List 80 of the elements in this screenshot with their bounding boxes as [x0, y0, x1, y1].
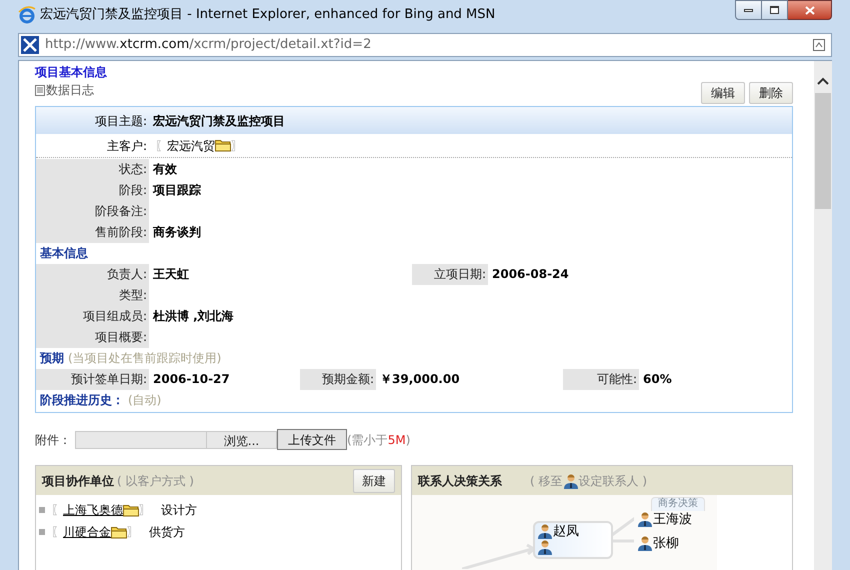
field-label: 项目主题:: [94, 112, 148, 130]
field-label: 类型:: [36, 285, 149, 306]
section-heading: 基本信息: [40, 244, 88, 262]
contact-name: 王海波: [653, 512, 692, 527]
partner-role: 供货方: [149, 524, 185, 541]
field-label: 阶段备注:: [36, 201, 149, 222]
field-label: 项目概要:: [36, 327, 149, 348]
contact-name: 赵凤: [553, 524, 579, 539]
window-title: 宏远汽贸门禁及监控项目 - Internet Explorer, enhanced for Bing and MSN: [40, 6, 496, 24]
field-value: 商务谈判: [152, 224, 202, 241]
minimize-icon: [744, 8, 753, 12]
partner-link[interactable]: 〖上海飞奥德 〗: [51, 501, 151, 519]
document-icon: [35, 84, 45, 96]
minimize-button[interactable]: [735, 0, 762, 20]
field-label: 状态:: [36, 159, 149, 180]
maximize-button[interactable]: [762, 0, 788, 20]
field-label: 阶段:: [36, 180, 149, 201]
browser-logo-icon: [18, 6, 36, 24]
scroll-thumb[interactable]: [815, 93, 831, 209]
action-button[interactable]: 编辑: [701, 82, 745, 104]
person-icon: [537, 539, 553, 555]
section-heading: 预期: [40, 350, 64, 366]
page-icon: [21, 36, 39, 54]
address-bar[interactable]: http://www.xtcrm.com/xcrm/project/detail.xt?id=2: [18, 33, 832, 57]
action-button[interactable]: 删除: [749, 82, 793, 104]
decision-node[interactable]: 赵凤: [533, 521, 613, 559]
panel-title: 联系人决策关系: [418, 472, 502, 490]
scroll-up-icon: [817, 77, 829, 85]
person-icon: [562, 472, 578, 488]
field-label: 项目组成员:: [36, 306, 149, 327]
size-limit-note: (需小于5M): [347, 432, 410, 448]
person-icon: [637, 535, 653, 551]
bullet-icon: [39, 529, 45, 535]
field-value: 杜洪博 ,刘北海: [152, 308, 235, 325]
new-button[interactable]: 新建: [353, 468, 395, 492]
field-value: 有效: [152, 161, 178, 178]
customer-link[interactable]: 〖宏远汽贸 〗: [149, 136, 792, 154]
upload-button[interactable]: 上传文件: [277, 429, 347, 450]
scrollbar[interactable]: [814, 61, 832, 570]
bullet-icon: [39, 507, 45, 513]
browse-button[interactable]: 浏览...: [207, 430, 277, 448]
panel-hint: 设定联系人 ): [578, 472, 647, 490]
section-note: (自动): [128, 392, 162, 408]
file-path-field[interactable]: [75, 430, 207, 448]
url-text: http://www.xtcrm.com/xcrm/project/detail.xt?id=2: [45, 36, 372, 54]
section-heading: 阶段推进历史：: [40, 392, 124, 408]
field-value: 王天虹: [152, 266, 190, 283]
decision-tag: 商务决策: [651, 497, 705, 511]
panel-hint: ( 移至: [530, 472, 562, 490]
close-icon: [804, 6, 814, 14]
page-title: 项目基本信息: [35, 64, 108, 80]
field-value: ￥39,000.00: [379, 371, 461, 388]
data-log-link[interactable]: 数据日志: [35, 81, 94, 99]
field-label: 可能性:: [563, 369, 639, 390]
field-label: 售前阶段:: [36, 222, 149, 243]
field-value: 60%: [642, 371, 673, 388]
panel-hint: ( 以客户方式 ): [117, 472, 194, 490]
folder-icon: [111, 526, 127, 538]
partner-link[interactable]: 〖川硬合金 〗: [51, 523, 139, 541]
person-icon: [637, 511, 653, 527]
field-label: 负责人:: [36, 264, 149, 285]
field-label: 主客户:: [106, 138, 148, 154]
field-label: 预计签单日期:: [36, 369, 149, 390]
attachment-label: 附件：: [35, 432, 71, 448]
compatibility-icon: [813, 39, 825, 51]
maximize-icon: [770, 6, 779, 14]
field-value: 2006-08-24: [491, 266, 570, 283]
person-icon: [537, 523, 553, 539]
panel-title: 项目协作单位: [42, 472, 114, 490]
field-value: 2006-10-27: [152, 371, 231, 388]
section-note: (当项目处在售前跟踪时使用): [68, 350, 222, 366]
contact-name: 张柳: [653, 536, 679, 551]
partner-role: 设计方: [161, 502, 197, 519]
folder-icon: [123, 504, 139, 516]
field-value: 项目跟踪: [152, 182, 202, 199]
field-label: 预期金额:: [300, 369, 376, 390]
folder-icon: [215, 139, 231, 152]
field-value: 宏远汽贸门禁及监控项目: [152, 112, 286, 130]
close-button[interactable]: [788, 0, 832, 20]
field-label: 立项日期:: [412, 264, 488, 285]
